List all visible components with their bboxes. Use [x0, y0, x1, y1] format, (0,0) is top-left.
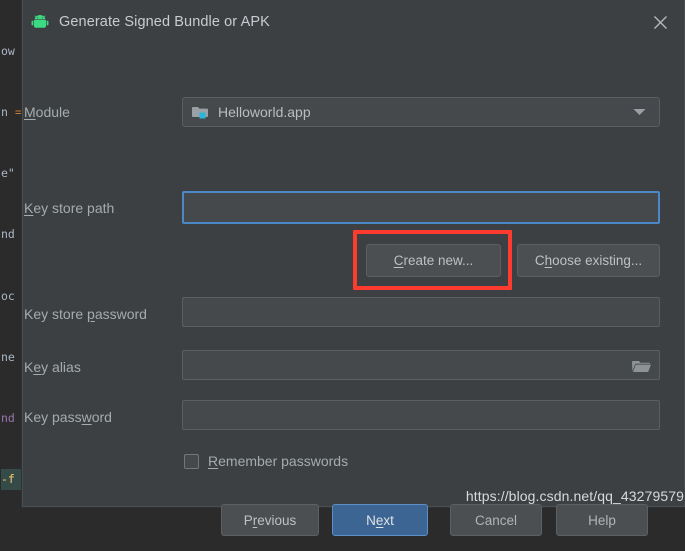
folder-module-icon: [192, 107, 208, 119]
remember-passwords-checkbox[interactable]: [184, 453, 199, 469]
cancel-button[interactable]: Cancel: [450, 504, 542, 536]
code-line: ne: [1, 349, 15, 364]
folder-open-icon[interactable]: [627, 355, 655, 377]
dialog-button-bar: Pr evious Ne xt Cancel Help: [23, 503, 685, 551]
next-button[interactable]: Ne xt: [332, 504, 428, 536]
keystore-password-label: Key store password: [24, 306, 147, 322]
remember-passwords-label: Remember passwords: [208, 453, 349, 469]
create-new-button[interactable]: Create new...: [366, 244, 501, 277]
watermark-text: https://blog.csdn.net/qq_43279579: [464, 488, 685, 504]
code-line: ow: [1, 43, 15, 58]
dialog-title-bar: Generate Signed Bundle or APK: [23, 0, 684, 44]
android-robot-icon: [31, 15, 49, 28]
chevron-down-icon[interactable]: [619, 98, 659, 126]
code-line: e": [1, 166, 15, 181]
module-dropdown[interactable]: Helloworld.app: [182, 97, 660, 127]
dialog-form: Module Helloworld.app Key store path Cre…: [23, 44, 684, 536]
key-alias-input[interactable]: [182, 350, 660, 380]
close-icon[interactable]: [644, 6, 676, 38]
key-password-input[interactable]: [182, 400, 660, 430]
dialog-title: Generate Signed Bundle or APK: [59, 14, 270, 30]
previous-button[interactable]: Pr evious: [221, 504, 319, 536]
keystore-password-input[interactable]: [182, 297, 660, 327]
module-label: Module: [24, 104, 70, 120]
keystore-path-input[interactable]: [182, 191, 660, 224]
code-editor-strip: ow n = e" nd oc ne nd -f :: <e ;-: [0, 0, 22, 515]
code-line: oc: [1, 288, 15, 303]
key-alias-label: Key alias: [24, 359, 81, 375]
choose-existing-button[interactable]: Ch oose existing...: [517, 244, 660, 277]
help-button[interactable]: Help: [556, 504, 648, 536]
module-selected-value: Helloworld.app: [218, 104, 311, 120]
code-line: nd: [1, 227, 15, 242]
code-line: n =: [1, 105, 22, 120]
code-line: -f: [1, 469, 22, 490]
keystore-path-label: Key store path: [24, 200, 115, 216]
key-password-label: Key password: [24, 409, 112, 425]
code-line: nd: [1, 411, 15, 426]
remember-passwords-row[interactable]: Remember passwords: [184, 453, 348, 469]
generate-signed-bundle-dialog: Generate Signed Bundle or APK Module Hel…: [22, 0, 685, 536]
